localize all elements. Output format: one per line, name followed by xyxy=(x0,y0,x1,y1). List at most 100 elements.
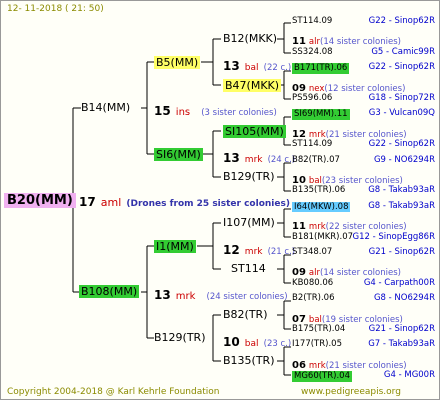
gen1-queen: B108(MM) xyxy=(79,285,140,298)
gen4-queen: B171(TR).06 xyxy=(292,63,350,74)
drone-num: 13 xyxy=(154,288,171,302)
gen2-queen: B129(TR) xyxy=(154,331,206,344)
gen4-drone-info: 12 mrk(21 sister colonies) xyxy=(292,124,407,140)
gen4-origin: G7 - Takab93aR xyxy=(368,339,435,350)
gen3-queen: B47(MKK) xyxy=(223,79,282,92)
gen1-queen: B14(MM) xyxy=(81,101,131,114)
drone-num: 11 xyxy=(292,36,306,48)
drone-breeder: alr xyxy=(308,268,320,279)
gen4-origin: G5 - Camic99R xyxy=(371,46,435,57)
gen4-queen: ST114.09 xyxy=(292,139,333,150)
footer-copyright: Copyright 2004-2018 @ Karl Kehrle Founda… xyxy=(7,387,220,397)
gen4-drone-info: 11 mrk(22 sister colonies) xyxy=(292,216,407,232)
drone-num: 10 xyxy=(292,175,306,186)
gen4-queen: SI69(MM).11 xyxy=(292,109,350,120)
drone-sisters: (24 c.) xyxy=(267,155,296,165)
gen4-origin: G4 - MG00R xyxy=(383,370,435,381)
drone-num: 12 xyxy=(292,128,306,140)
gen4-queen: B135(TR).06 xyxy=(292,185,346,196)
gen2-drone-info: 10 bal (23 c.) xyxy=(223,333,291,349)
gen2-drone-info: 13 bal (22 c.) xyxy=(223,57,291,73)
pedigree-chart: 12- 11-2018 ( 21: 50) B20(MM) 17 aml (Dr… xyxy=(0,0,440,400)
gen2-queen: I1(MM) xyxy=(154,240,196,253)
drone-num: 15 xyxy=(154,104,171,118)
drone-sisters: (22 c.) xyxy=(263,63,292,73)
drone-breeder: mrk xyxy=(308,222,326,233)
drone-num: 13 xyxy=(223,59,240,73)
gen1-drone-info: 13 mrk (24 sister colonies) xyxy=(154,286,288,302)
gen4-queen: PS596.06 xyxy=(292,93,333,103)
drone-sisters: (22 sister colonies) xyxy=(325,222,407,233)
drone-num: 13 xyxy=(223,151,240,165)
gen4-queen: MG60(TR).04 xyxy=(292,371,352,382)
gen4-queen: B82(TR).07 xyxy=(292,154,340,165)
drone-sisters: (14 sister colonies) xyxy=(320,268,401,279)
drone-breeder: mrk xyxy=(244,155,263,165)
drone-breeder: ins xyxy=(175,107,191,118)
gen4-origin: G3 - Vulcan09Q xyxy=(368,108,435,119)
gen4-origin: G22 - Sinop62R xyxy=(368,62,435,73)
gen4-origin: G21 - Sinop62R xyxy=(368,247,435,257)
root-num: 17 xyxy=(79,195,96,209)
drone-sisters: (14 sister colonies) xyxy=(320,37,401,48)
gen3-queen: ST114 xyxy=(231,262,266,275)
gen4-origin: G18 - Sinop72R xyxy=(368,93,435,103)
gen3-queen: SI105(MM) xyxy=(223,125,286,138)
drone-sisters: (3 sister colonies) xyxy=(201,108,277,118)
gen4-origin: G12 - SinopEgg86R xyxy=(352,231,436,242)
drone-breeder: alr xyxy=(308,37,320,48)
drone-num: 06 xyxy=(292,359,306,371)
root-detail: 17 aml (Drones from 25 sister colonies) xyxy=(79,193,290,209)
gen4-queen: B2(TR).06 xyxy=(292,293,335,304)
gen4-drone-info: 07 bal(19 sister colonies) xyxy=(292,309,403,325)
drone-sisters: (21 c.) xyxy=(267,247,296,257)
root-queen: B20(MM) xyxy=(4,193,76,208)
drone-num: 07 xyxy=(292,313,306,325)
gen4-origin: G22 - Sinop62R xyxy=(368,16,435,26)
gen1-drone-info: 15 ins (3 sister colonies) xyxy=(154,102,277,118)
gen4-queen: I64(MKW).08 xyxy=(292,201,351,213)
drone-sisters: (24 sister colonies) xyxy=(206,292,288,302)
gen4-origin: G9 - NO6294R xyxy=(373,154,435,165)
gen3-queen: B12(MKK) xyxy=(223,32,278,45)
drone-breeder: bal xyxy=(244,339,259,349)
gen4-origin: G21 - Sinop62R xyxy=(368,324,435,334)
gen2-drone-info: 12 mrk (21 c.) xyxy=(223,241,295,257)
gen4-origin: G8 - Takab93aR xyxy=(368,200,435,211)
gen3-queen: B129(TR) xyxy=(223,170,275,183)
drone-num: 12 xyxy=(223,243,240,257)
gen3-queen: B82(TR) xyxy=(223,308,268,321)
gen4-origin: G22 - Sinop62R xyxy=(368,139,435,150)
header-date: 12- 11-2018 ( 21: 50) xyxy=(7,4,104,14)
footer-url: www.pedigreeapis.org xyxy=(301,387,401,397)
gen4-drone-info: 06 mrk(21 sister colonies) xyxy=(292,355,407,371)
drone-num: 11 xyxy=(292,221,306,233)
drone-num: 09 xyxy=(292,267,306,279)
gen2-queen: B5(MM) xyxy=(154,56,201,69)
gen4-origin: G8 - Takab93aR xyxy=(368,185,435,196)
gen4-origin: G8 - NO6294R xyxy=(373,293,435,304)
drone-num: 10 xyxy=(223,335,240,349)
drone-breeder: mrk xyxy=(175,291,196,302)
gen4-drone-info: 09 nex(12 sister colonies) xyxy=(292,78,405,94)
gen4-queen: SS324.08 xyxy=(292,46,333,57)
gen4-queen: B181(MKR).07 xyxy=(292,231,354,242)
drone-breeder: mrk xyxy=(308,360,326,371)
gen4-queen: KB080.06 xyxy=(292,277,334,288)
drone-breeder: bal xyxy=(244,63,259,73)
gen3-queen: I107(MM) xyxy=(223,216,275,229)
gen4-queen: B175(TR).04 xyxy=(292,324,346,334)
root-drones: (Drones from 25 sister colonies) xyxy=(126,199,290,209)
drone-sisters: (23 c.) xyxy=(263,339,292,349)
drone-breeder: mrk xyxy=(244,247,263,257)
drone-num: 09 xyxy=(292,82,306,94)
gen4-drone-info: 09 alr(14 sister colonies) xyxy=(292,262,401,278)
gen4-queen: I177(TR).05 xyxy=(292,339,342,350)
gen4-queen: ST348.07 xyxy=(292,247,333,257)
gen2-drone-info: 13 mrk (24 c.) xyxy=(223,149,295,165)
gen4-drone-info: 10 bal(23 sister colonies) xyxy=(292,170,403,186)
gen3-queen: B135(TR) xyxy=(223,354,275,367)
gen2-queen: SI6(MM) xyxy=(154,148,203,161)
gen4-origin: G4 - Carpath00R xyxy=(363,277,435,288)
gen4-drone-info: 11 alr(14 sister colonies) xyxy=(292,31,401,47)
